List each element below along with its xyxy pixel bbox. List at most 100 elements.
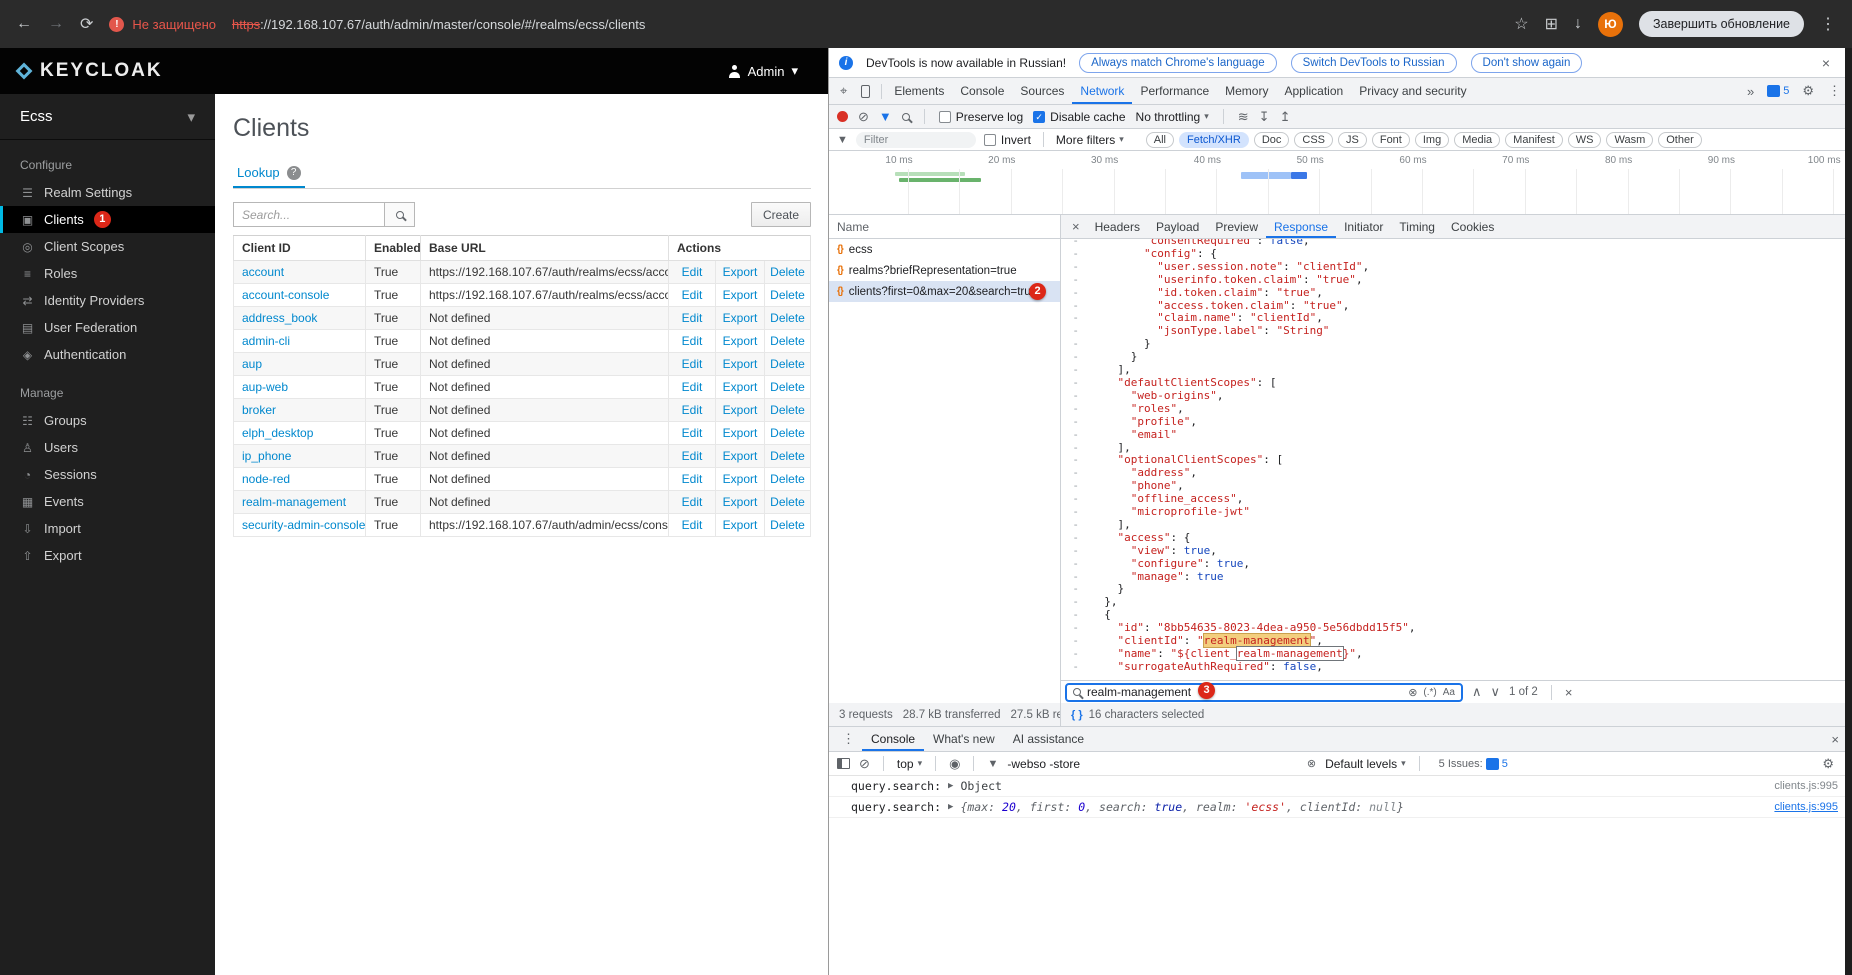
edit-link[interactable]: Edit — [682, 449, 703, 463]
delete-link[interactable]: Delete — [770, 495, 805, 509]
edit-link[interactable]: Edit — [682, 288, 703, 302]
delete-link[interactable]: Delete — [770, 288, 805, 302]
clear-filter-icon[interactable]: ⊗ — [1307, 757, 1316, 770]
export-har-icon[interactable]: ↥ — [1280, 109, 1291, 125]
console-object[interactable]: Object — [960, 779, 1002, 793]
client-id-link[interactable]: node-red — [242, 472, 290, 486]
security-warning-label[interactable]: Не защищено — [132, 17, 216, 32]
response-search-input[interactable] — [1087, 685, 1402, 699]
delete-link[interactable]: Delete — [770, 426, 805, 440]
client-id-link[interactable]: aup — [242, 357, 262, 371]
sidebar-item-events[interactable]: ▦ Events — [0, 488, 215, 515]
console-source-link[interactable]: clients.js:995 — [1774, 801, 1838, 813]
export-link[interactable]: Export — [723, 495, 758, 509]
devtools-tab-Console[interactable]: Console — [952, 78, 1012, 104]
previous-match-icon[interactable]: ∧ — [1472, 684, 1482, 700]
forward-icon[interactable]: → — [48, 15, 64, 33]
more-tabs-icon[interactable]: » — [1740, 84, 1761, 99]
detail-tab-Timing[interactable]: Timing — [1391, 215, 1443, 238]
back-icon[interactable]: ← — [16, 15, 32, 33]
security-warning-icon[interactable]: ! — [109, 17, 124, 32]
response-search-box[interactable]: ⊗ (.*) Aa — [1065, 683, 1463, 702]
preserve-log-checkbox[interactable]: Preserve log — [939, 110, 1023, 124]
column-header-base-url[interactable]: Base URL — [421, 236, 669, 261]
detail-tab-Response[interactable]: Response — [1266, 215, 1336, 238]
client-id-link[interactable]: admin-cli — [242, 334, 290, 348]
invert-checkbox[interactable]: Invert — [984, 133, 1031, 147]
edit-link[interactable]: Edit — [682, 426, 703, 440]
more-filters-dropdown[interactable]: More filters ▾ — [1056, 133, 1124, 147]
filter-chip-Img[interactable]: Img — [1415, 132, 1449, 148]
detail-tab-Headers[interactable]: Headers — [1087, 215, 1148, 238]
sidebar-item-sessions[interactable]: ◔ Sessions — [0, 461, 215, 488]
devtools-tab-Elements[interactable]: Elements — [886, 78, 952, 104]
filter-chip-Wasm[interactable]: Wasm — [1606, 132, 1653, 148]
bookmark-star-icon[interactable]: ☆ — [1514, 14, 1528, 34]
inspect-element-icon[interactable]: ⌖ — [833, 83, 854, 99]
client-id-link[interactable]: aup-web — [242, 380, 288, 394]
export-link[interactable]: Export — [723, 357, 758, 371]
delete-link[interactable]: Delete — [770, 380, 805, 394]
devtools-tab-Sources[interactable]: Sources — [1012, 78, 1072, 104]
reload-icon[interactable]: ⟳ — [80, 14, 93, 34]
network-timeline[interactable]: 10 ms20 ms30 ms40 ms50 ms60 ms70 ms80 ms… — [829, 151, 1852, 215]
drawer-menu-icon[interactable]: ⋮ — [835, 731, 862, 747]
browser-menu-icon[interactable]: ⋮ — [1820, 14, 1836, 34]
sidebar-item-users[interactable]: ♙ Users — [0, 434, 215, 461]
throttling-dropdown[interactable]: No throttling ▾ — [1136, 110, 1209, 124]
edit-link[interactable]: Edit — [682, 311, 703, 325]
network-conditions-icon[interactable]: ≋ — [1238, 109, 1249, 125]
sidebar-item-user-federation[interactable]: ▤ User Federation — [0, 314, 215, 341]
help-icon[interactable]: ? — [287, 166, 301, 180]
request-row[interactable]: {} ecss — [829, 239, 1060, 260]
export-link[interactable]: Export — [723, 265, 758, 279]
devtools-menu-icon[interactable]: ⋮ — [1821, 83, 1848, 99]
sidebar-item-groups[interactable]: ☷ Groups — [0, 407, 215, 434]
settings-gear-icon[interactable]: ⚙ — [1795, 83, 1821, 99]
detail-tab-Initiator[interactable]: Initiator — [1336, 215, 1391, 238]
finish-update-button[interactable]: Завершить обновление — [1639, 11, 1804, 37]
filter-chip-Media[interactable]: Media — [1454, 132, 1500, 148]
sidebar-item-clients[interactable]: ▣ Clients 1 — [0, 206, 215, 233]
edit-link[interactable]: Edit — [682, 403, 703, 417]
drawer-tab-AI assistance[interactable]: AI assistance — [1004, 727, 1093, 751]
sidebar-item-roles[interactable]: ≡ Roles — [0, 260, 215, 287]
delete-link[interactable]: Delete — [770, 311, 805, 325]
client-id-link[interactable]: ip_phone — [242, 449, 291, 463]
client-id-link[interactable]: security-admin-console — [242, 518, 365, 532]
detail-tab-Preview[interactable]: Preview — [1207, 215, 1266, 238]
filter-funnel-icon[interactable]: ▼ — [879, 109, 892, 124]
client-id-link[interactable]: address_book — [242, 311, 317, 325]
filter-chip-All[interactable]: All — [1146, 132, 1174, 148]
downloads-icon[interactable]: ↓ — [1574, 15, 1582, 33]
edit-link[interactable]: Edit — [682, 357, 703, 371]
export-link[interactable]: Export — [723, 334, 758, 348]
case-sensitive-toggle[interactable]: Aa — [1443, 687, 1455, 698]
notification-button[interactable]: Don't show again — [1471, 53, 1583, 73]
url-bar[interactable]: https://192.168.107.67/auth/admin/master… — [232, 17, 645, 32]
close-search-icon[interactable]: × — [1565, 685, 1573, 700]
console-count-badge[interactable]: 5 — [1761, 85, 1795, 97]
device-toolbar-icon[interactable] — [854, 85, 877, 98]
devtools-tab-Performance[interactable]: Performance — [1132, 78, 1217, 104]
client-id-link[interactable]: account — [242, 265, 284, 279]
edit-link[interactable]: Edit — [682, 380, 703, 394]
detail-tab-Payload[interactable]: Payload — [1148, 215, 1207, 238]
search-input[interactable] — [233, 202, 385, 227]
edit-link[interactable]: Edit — [682, 495, 703, 509]
clear-console-icon[interactable]: ⊘ — [859, 756, 870, 772]
delete-link[interactable]: Delete — [770, 449, 805, 463]
close-detail-icon[interactable]: × — [1065, 219, 1087, 234]
detail-tab-Cookies[interactable]: Cookies — [1443, 215, 1502, 238]
console-settings-gear-icon[interactable]: ⚙ — [1822, 756, 1834, 772]
issues-badge[interactable]: 5 Issues: 5 — [1433, 758, 1514, 770]
sidebar-item-realm-settings[interactable]: ☰ Realm Settings — [0, 179, 215, 206]
column-header-enabled[interactable]: Enabled — [366, 236, 421, 261]
column-header-client-id[interactable]: Client ID — [234, 236, 366, 261]
delete-link[interactable]: Delete — [770, 472, 805, 486]
delete-link[interactable]: Delete — [770, 265, 805, 279]
disable-cache-checkbox[interactable]: ✓ Disable cache — [1033, 110, 1125, 124]
network-filter-input[interactable] — [856, 132, 976, 148]
import-har-icon[interactable]: ↧ — [1259, 109, 1270, 125]
console-object-preview[interactable]: {max: 20, first: 0, search: true, realm:… — [960, 800, 1403, 814]
